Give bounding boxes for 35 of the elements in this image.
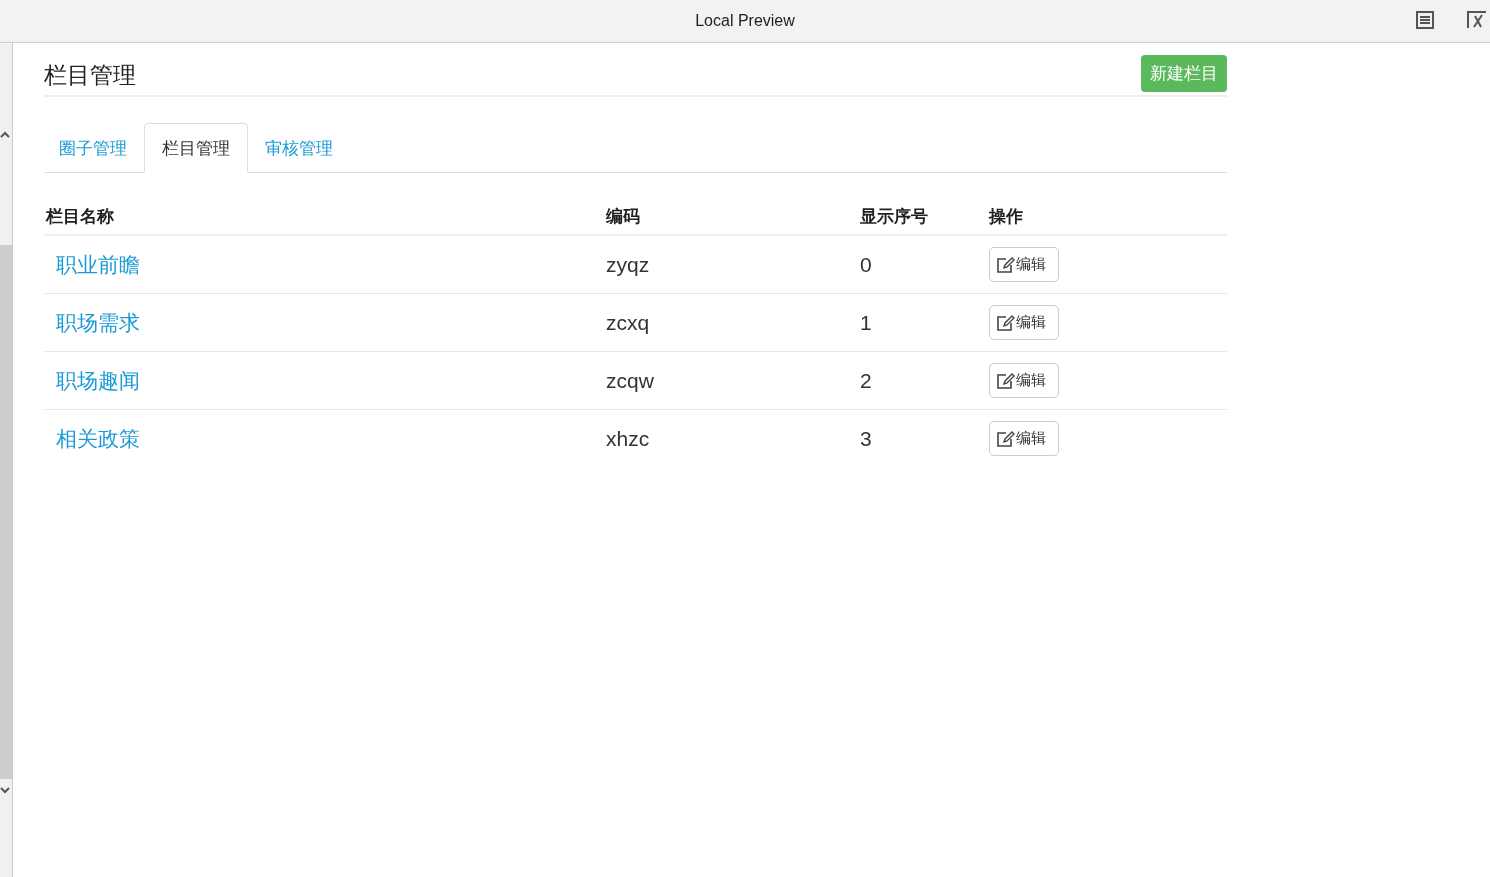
code-text: zcxq xyxy=(606,310,650,334)
window-title: Local Preview xyxy=(695,12,795,30)
edit-button[interactable]: 编辑 xyxy=(989,421,1059,456)
column-name-link[interactable]: 职场需求 xyxy=(46,310,140,335)
chevron-down-icon[interactable] xyxy=(0,787,10,794)
column-name-link[interactable]: 职业前瞻 xyxy=(46,252,140,277)
new-column-button[interactable]: 新建栏目 xyxy=(1141,55,1227,92)
chevron-up-icon[interactable] xyxy=(0,131,10,138)
document-icon[interactable] xyxy=(1416,11,1434,29)
order-text: 0 xyxy=(860,252,872,276)
column-name-link[interactable]: 相关政策 xyxy=(46,426,140,451)
column-header: 操作 xyxy=(987,201,1227,235)
scrollbar-thumb[interactable] xyxy=(0,245,12,779)
edit-icon xyxy=(996,313,1016,332)
edit-icon xyxy=(996,429,1016,448)
code-text: zcqw xyxy=(606,368,654,392)
column-header: 显示序号 xyxy=(858,201,987,235)
column-header: 栏目名称 xyxy=(44,201,604,235)
edit-button[interactable]: 编辑 xyxy=(989,247,1059,282)
page-title: 栏目管理 xyxy=(44,60,136,90)
order-text: 3 xyxy=(860,426,872,450)
order-text: 2 xyxy=(860,368,872,392)
edit-icon xyxy=(996,255,1016,274)
edit-icon xyxy=(996,371,1016,390)
edit-button[interactable]: 编辑 xyxy=(989,363,1059,398)
column-header: 编码 xyxy=(604,201,858,235)
formula-icon[interactable] xyxy=(1467,11,1487,29)
tab[interactable]: 审核管理 xyxy=(250,123,348,173)
tab[interactable]: 栏目管理 xyxy=(144,123,248,173)
column-name-link[interactable]: 职场趣闻 xyxy=(46,368,140,393)
code-text: xhzc xyxy=(606,426,650,450)
order-text: 1 xyxy=(860,310,872,334)
tab[interactable]: 圈子管理 xyxy=(44,123,142,173)
code-text: zyqz xyxy=(606,252,650,276)
edit-button[interactable]: 编辑 xyxy=(989,305,1059,340)
